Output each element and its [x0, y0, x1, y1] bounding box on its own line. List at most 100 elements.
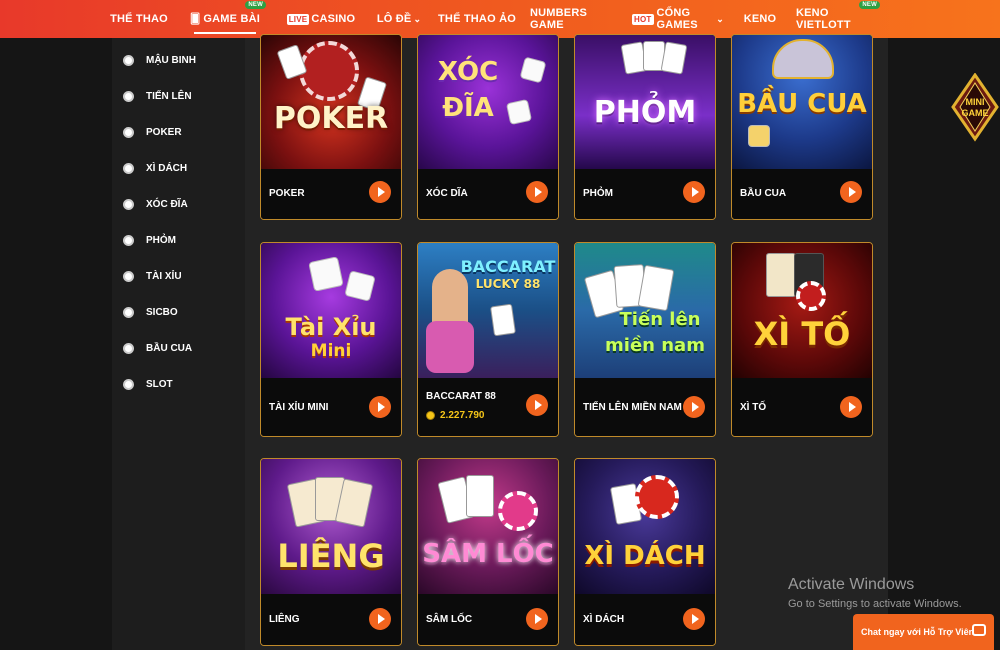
game-card-lieng[interactable]: LIÊNG LIÊNG — [260, 458, 402, 646]
game-thumbnail: Tiến lên miền nam — [575, 243, 715, 378]
card-icon: 🂠 — [189, 13, 201, 25]
mini-game-label: MINI — [965, 97, 985, 107]
sidebar-item-xi-dach[interactable]: XÌ DÁCH — [112, 150, 245, 186]
sidebar-item-label: SICBO — [146, 306, 178, 318]
thumbnail-subtitle: Mini — [310, 341, 352, 361]
nav-label: THỂ THAO ẢO — [438, 13, 516, 25]
play-icon[interactable] — [683, 608, 705, 630]
chip-icon — [498, 491, 538, 531]
play-icon[interactable] — [369, 181, 391, 203]
nav-label: THỂ THAO — [110, 13, 168, 25]
thumbnail-subtitle: LUCKY 88 — [475, 277, 541, 291]
chat-bubble-icon — [972, 624, 986, 636]
play-icon[interactable] — [369, 608, 391, 630]
card-footer: BACCARAT 88 2.227.790 — [418, 378, 558, 436]
radio-icon — [123, 162, 134, 174]
play-icon[interactable] — [526, 608, 548, 630]
nav-numbers-game[interactable]: NUMBERS GAME — [530, 0, 620, 38]
dice-icon — [748, 125, 770, 147]
radio-icon — [123, 270, 134, 282]
game-grid: POKER POKER XÓC ĐĨA XÓC DĨA PHỎM PHỎM BẦ… — [245, 34, 888, 650]
nav-keno-vietlott[interactable]: KENO VIETLOTT NEW — [796, 0, 880, 38]
radio-icon — [123, 342, 134, 354]
game-card-bau-cua[interactable]: BẦU CUA BẦU CUA — [731, 34, 873, 220]
game-card-poker[interactable]: POKER POKER — [260, 34, 402, 220]
thumbnail-title: BACCARAT — [460, 257, 556, 276]
thumbnail-title: BẦU CUA — [737, 89, 867, 119]
game-name: TIẾN LÊN MIỀN NAM — [583, 402, 682, 413]
chip-icon — [299, 41, 359, 101]
sidebar-item-tai-xiu[interactable]: TÀI XỈU — [112, 258, 245, 294]
game-card-xi-dach[interactable]: XÌ DÁCH XÌ DÁCH — [574, 458, 716, 646]
game-thumbnail: PHỎM — [575, 35, 715, 169]
nav-game-bai[interactable]: 🂠 GAME BÀI NEW — [188, 0, 266, 38]
game-card-sam-loc[interactable]: SÂM LỐC SÂM LỐC — [417, 458, 559, 646]
play-icon[interactable] — [840, 396, 862, 418]
mini-game-label-2: GAME — [961, 108, 989, 118]
sidebar-item-sicbo[interactable]: SICBO — [112, 294, 245, 330]
sidebar-item-bau-cua[interactable]: BẦU CUA — [112, 330, 245, 366]
card-footer: XÓC DĨA — [418, 169, 558, 219]
thumbnail-subtitle: miền nam — [605, 335, 705, 356]
sidebar-item-label: SLOT — [146, 378, 173, 390]
support-chat-button[interactable]: Chat ngay với Hỗ Trợ Viên — [853, 614, 994, 650]
game-name: POKER — [269, 188, 305, 199]
game-thumbnail: XÌ TỐ — [732, 243, 872, 378]
play-icon[interactable] — [840, 181, 862, 203]
card-footer: TIẾN LÊN MIỀN NAM — [575, 378, 715, 436]
nav-lo-de[interactable]: LÔ ĐỀ ⌄ — [374, 0, 424, 38]
sidebar-item-label: XÓC ĐĨA — [146, 198, 188, 210]
game-name: TÀI XỈU MINI — [269, 402, 329, 413]
radio-icon — [123, 126, 134, 138]
left-margin — [0, 38, 112, 650]
radio-icon — [123, 198, 134, 210]
sidebar-item-poker[interactable]: POKER — [112, 114, 245, 150]
game-name: BẦU CUA — [740, 188, 787, 199]
sidebar-item-xoc-dia[interactable]: XÓC ĐĨA — [112, 186, 245, 222]
game-thumbnail: XÓC ĐĨA — [418, 35, 558, 169]
nav-the-thao-ao[interactable]: THỂ THAO ẢO — [438, 0, 516, 38]
game-card-baccarat-88[interactable]: BACCARAT LUCKY 88 BACCARAT 88 2.227.790 — [417, 242, 559, 437]
game-card-xi-to[interactable]: XÌ TỐ XÌ TỐ — [731, 242, 873, 437]
play-icon[interactable] — [526, 181, 548, 203]
dice-icon — [308, 256, 344, 292]
game-thumbnail: XÌ DÁCH — [575, 459, 715, 594]
play-icon[interactable] — [683, 396, 705, 418]
chip-icon — [635, 475, 679, 519]
game-thumbnail: BẦU CUA — [732, 35, 872, 169]
thumbnail-subtitle: ĐĨA — [442, 93, 494, 123]
chat-label: Chat ngay với Hỗ Trợ Viên — [861, 627, 975, 637]
play-icon[interactable] — [526, 394, 548, 416]
thumbnail-title: PHỎM — [593, 95, 697, 130]
sidebar-item-label: POKER — [146, 126, 182, 138]
playing-card-icon — [637, 264, 675, 312]
sidebar-item-slot[interactable]: SLOT — [112, 366, 245, 402]
thumbnail-title: XÌ DÁCH — [584, 541, 706, 571]
sidebar-item-tien-len[interactable]: TIẾN LÊN — [112, 78, 245, 114]
card-footer: POKER — [261, 169, 401, 219]
nav-keno[interactable]: KENO — [740, 0, 780, 38]
nav-cong-games[interactable]: HOT CỔNG GAMES ⌄ — [632, 0, 724, 38]
mini-game-button[interactable]: MINI GAME — [951, 72, 999, 143]
nav-the-thao[interactable]: THỂ THAO — [98, 0, 180, 38]
nav-label: NUMBERS GAME — [530, 7, 588, 31]
game-card-tai-xiu-mini[interactable]: Tài Xỉu Mini TÀI XỈU MINI — [260, 242, 402, 437]
sidebar-item-label: TIẾN LÊN — [146, 90, 192, 102]
sidebar-item-phom[interactable]: PHỎM — [112, 222, 245, 258]
card-footer: XÌ DÁCH — [575, 594, 715, 645]
nav-label: GAME BÀI — [203, 13, 261, 25]
radio-icon — [123, 306, 134, 318]
game-name: BACCARAT 88 — [426, 391, 496, 402]
nav-casino[interactable]: LIVE CASINO — [286, 0, 355, 38]
sidebar-item-mau-binh[interactable]: MẬU BINH — [112, 42, 245, 78]
windows-activation-watermark: Activate Windows Go to Settings to activ… — [788, 576, 962, 610]
game-name: SÂM LỐC — [426, 614, 473, 625]
live-badge: LIVE — [286, 13, 310, 25]
hot-badge: HOT — [632, 13, 654, 25]
radio-icon — [123, 90, 134, 102]
game-card-phom[interactable]: PHỎM PHỎM — [574, 34, 716, 220]
play-icon[interactable] — [369, 396, 391, 418]
play-icon[interactable] — [683, 181, 705, 203]
game-card-xoc-dia[interactable]: XÓC ĐĨA XÓC DĨA — [417, 34, 559, 220]
game-card-tien-len-mien-nam[interactable]: Tiến lên miền nam TIẾN LÊN MIỀN NAM — [574, 242, 716, 437]
